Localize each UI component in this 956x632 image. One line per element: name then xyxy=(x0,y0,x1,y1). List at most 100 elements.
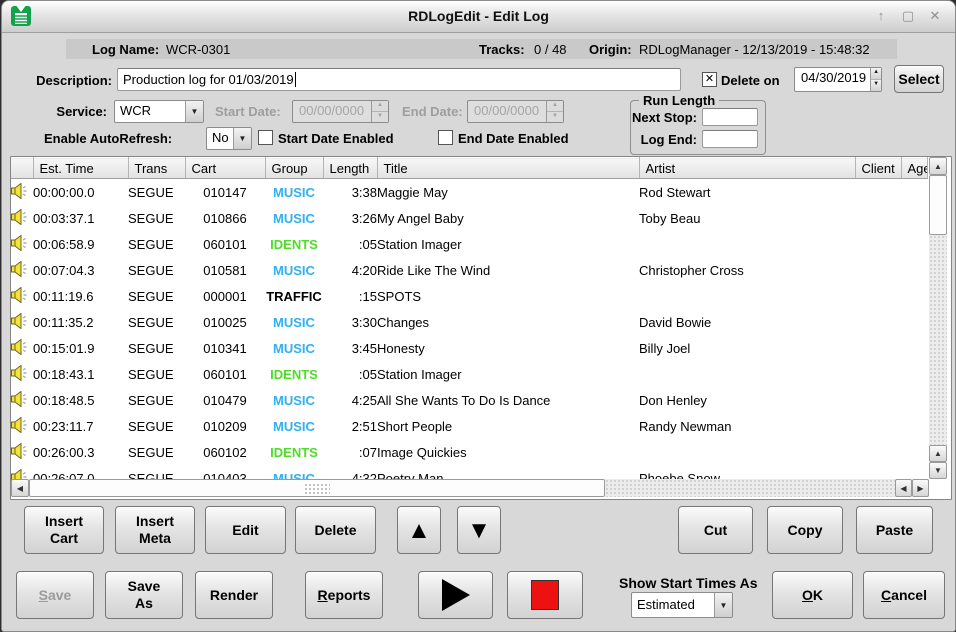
cell-artist: Toby Beau xyxy=(639,205,855,231)
cell-speaker xyxy=(11,283,33,309)
col-group[interactable]: Group xyxy=(265,158,323,179)
description-input[interactable]: Production log for 01/03/2019 xyxy=(117,68,681,91)
autorefresh-combobox[interactable]: No ▼ xyxy=(206,127,252,150)
horizontal-scrollbar-track[interactable] xyxy=(605,479,895,497)
log-row[interactable]: 00:11:19.6SEGUE000001TRAFFIC:15SPOTS xyxy=(11,283,927,309)
log-row[interactable]: 00:26:00.3SEGUE060102IDENTS:07Image Quic… xyxy=(11,439,927,465)
speaker-icon xyxy=(11,235,28,251)
delete-button[interactable]: Delete xyxy=(295,506,376,554)
copy-button[interactable]: Copy xyxy=(767,506,843,554)
cell-length: 3:38 xyxy=(323,179,377,206)
cell-trans: SEGUE xyxy=(128,335,185,361)
reports-button[interactable]: Reports xyxy=(305,571,383,619)
cell-client xyxy=(855,309,901,335)
paste-button[interactable]: Paste xyxy=(856,506,933,554)
cell-artist: Don Henley xyxy=(639,387,855,413)
speaker-icon xyxy=(11,417,28,433)
cell-length: :05 xyxy=(323,361,377,387)
log-row[interactable]: 00:03:37.1SEGUE010866MUSIC3:26My Angel B… xyxy=(11,205,927,231)
end-date-enabled-checkbox[interactable] xyxy=(438,130,453,145)
play-button[interactable] xyxy=(418,571,493,619)
cell-length: 4:20 xyxy=(323,257,377,283)
log-row[interactable]: 00:23:11.7SEGUE010209MUSIC2:51Short Peop… xyxy=(11,413,927,439)
start-date-enabled-checkbox[interactable] xyxy=(258,130,273,145)
col-client[interactable]: Client xyxy=(855,158,901,179)
cell-group: TRAFFIC xyxy=(265,283,323,309)
end-date-value: 00/00/0000 xyxy=(468,101,546,122)
log-row[interactable]: 00:07:04.3SEGUE010581MUSIC4:20Ride Like … xyxy=(11,257,927,283)
insert-meta-button[interactable]: Insert Meta xyxy=(115,506,195,554)
delete-date-spinbox[interactable]: 04/30/2019 ▲ ▼ xyxy=(794,67,882,92)
insert-cart-button[interactable]: Insert Cart xyxy=(24,506,104,554)
cell-client xyxy=(855,283,901,309)
spin-down-icon[interactable]: ▼ xyxy=(871,80,881,91)
cell-group: MUSIC xyxy=(265,205,323,231)
col-artist[interactable]: Artist xyxy=(639,158,855,179)
cell-length: :15 xyxy=(323,283,377,309)
spin-up-icon[interactable]: ▲ xyxy=(871,68,881,80)
col-length[interactable]: Length xyxy=(323,158,377,179)
col-est-time[interactable]: Est. Time xyxy=(33,158,128,179)
text-caret xyxy=(295,72,296,87)
cell-group: MUSIC xyxy=(265,335,323,361)
log-row[interactable]: 00:18:48.5SEGUE010479MUSIC4:25All She Wa… xyxy=(11,387,927,413)
cancel-button[interactable]: Cancel xyxy=(863,571,945,619)
col-icon[interactable] xyxy=(11,158,33,179)
col-title[interactable]: Title xyxy=(377,158,639,179)
cell-title: Ride Like The Wind xyxy=(377,257,639,283)
scroll-down-icon[interactable]: ▼ xyxy=(929,462,947,479)
save-button[interactable]: Save xyxy=(16,571,94,619)
close-icon[interactable]: ✕ xyxy=(925,6,945,26)
horizontal-scrollbar-thumb[interactable] xyxy=(29,479,605,497)
edit-button[interactable]: Edit xyxy=(205,506,286,554)
log-row[interactable]: 00:06:58.9SEGUE060101IDENTS:05Station Im… xyxy=(11,231,927,257)
log-row[interactable]: 00:00:00.0SEGUE010147MUSIC3:38Maggie May… xyxy=(11,179,927,206)
vertical-scrollbar[interactable]: ▲ ▲ ▼ xyxy=(929,157,947,479)
scroll-left-icon[interactable]: ◀ xyxy=(895,479,912,497)
service-combobox[interactable]: WCR ▼ xyxy=(114,100,204,123)
col-cart[interactable]: Cart xyxy=(185,158,265,179)
col-trans[interactable]: Trans xyxy=(128,158,185,179)
cell-age xyxy=(901,413,927,439)
cell-cart: 010866 xyxy=(185,205,265,231)
stop-button[interactable] xyxy=(507,571,583,619)
cell-client xyxy=(855,335,901,361)
rollup-icon[interactable]: ↑ xyxy=(871,6,891,26)
select-date-button[interactable]: Select xyxy=(894,65,944,93)
save-as-button[interactable]: Save As xyxy=(105,571,183,619)
show-start-times-label: Show Start Times As xyxy=(619,575,757,591)
horizontal-scrollbar[interactable]: ◀ ◀ ▶ xyxy=(11,479,929,497)
scroll-right-icon[interactable]: ▶ xyxy=(912,479,929,497)
col-age[interactable]: Age xyxy=(901,158,927,179)
play-icon xyxy=(442,579,470,611)
cell-client xyxy=(855,231,901,257)
cell-title: Station Imager xyxy=(377,231,639,257)
show-start-times-combobox[interactable]: Estimated ▼ xyxy=(631,592,733,618)
vertical-scrollbar-track[interactable] xyxy=(929,235,947,445)
log-row[interactable]: 00:18:43.1SEGUE060101IDENTS:05Station Im… xyxy=(11,361,927,387)
cell-age xyxy=(901,283,927,309)
cell-est-time: 00:26:00.3 xyxy=(33,439,128,465)
maximize-icon[interactable]: ▢ xyxy=(898,6,918,26)
delete-on-checkbox[interactable]: ✕ xyxy=(702,72,717,87)
render-button[interactable]: Render xyxy=(195,571,273,619)
scroll-up-icon[interactable]: ▲ xyxy=(929,445,947,462)
cell-trans: SEGUE xyxy=(128,387,185,413)
cell-title: Honesty xyxy=(377,335,639,361)
ok-button[interactable]: OK xyxy=(772,571,853,619)
cell-trans: SEGUE xyxy=(128,179,185,206)
start-date-spinbox: 00/00/0000 ▲ ▼ xyxy=(292,100,389,123)
move-up-button[interactable]: ▲ xyxy=(397,506,441,554)
log-row[interactable]: 00:15:01.9SEGUE010341MUSIC3:45HonestyBil… xyxy=(11,335,927,361)
delete-on-label: Delete on xyxy=(721,73,780,88)
title-bar[interactable]: RDLogEdit - Edit Log ↑ ▢ ✕ xyxy=(2,1,955,33)
cell-group: IDENTS xyxy=(265,439,323,465)
vertical-scrollbar-thumb[interactable] xyxy=(929,175,947,235)
cell-group: MUSIC xyxy=(265,413,323,439)
cut-button[interactable]: Cut xyxy=(678,506,753,554)
scroll-up-icon[interactable]: ▲ xyxy=(929,157,947,175)
scroll-left-icon[interactable]: ◀ xyxy=(11,479,29,497)
combo-arrow-icon: ▼ xyxy=(714,593,732,617)
log-row[interactable]: 00:11:35.2SEGUE010025MUSIC3:30ChangesDav… xyxy=(11,309,927,335)
move-down-button[interactable]: ▼ xyxy=(457,506,501,554)
